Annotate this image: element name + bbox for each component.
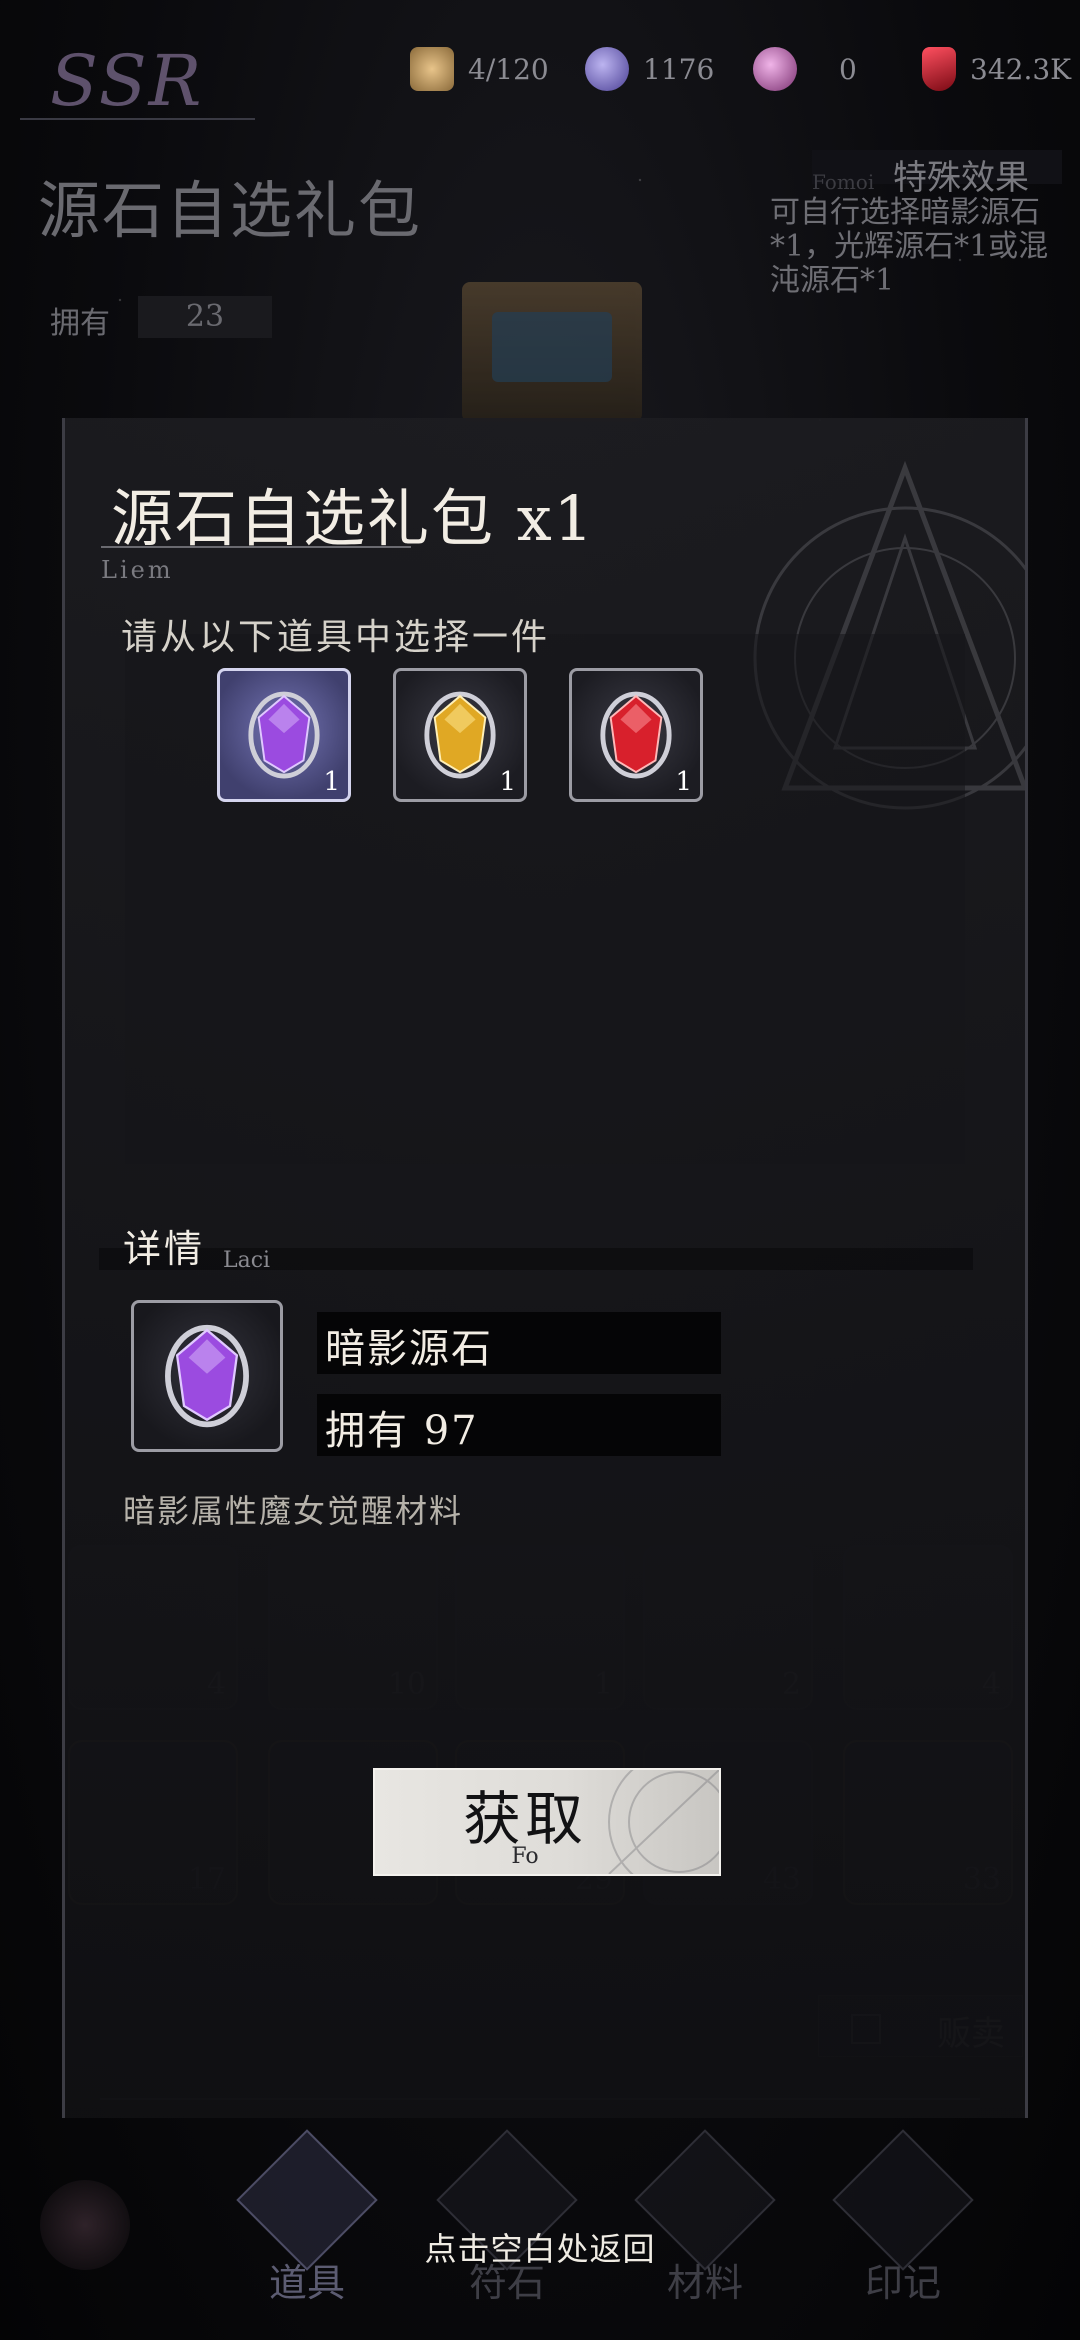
rarity-logo: SSR [50, 40, 204, 122]
choice-radiant-stone[interactable]: 1 [393, 668, 527, 802]
detail-item-icon-box [131, 1300, 283, 1452]
currency-value: 4/120 [468, 52, 549, 86]
choice-prompt: 请从以下道具中选择一件 [121, 617, 551, 658]
red-gem-icon [600, 691, 672, 779]
currency-value: 1176 [643, 52, 715, 86]
get-button[interactable]: 获取 Fo [373, 1768, 721, 1876]
currency-red-gem[interactable]: 342.3K [922, 44, 1071, 94]
detail-item-name: 暗影源石 [325, 1326, 493, 1372]
currency-pink-orb[interactable]: 0 [753, 44, 857, 94]
special-effect-text: 可自行选择暗影源石*1，光辉源石*1或混沌源石*1 [770, 195, 1049, 298]
own-value: 23 [138, 296, 272, 338]
special-effect-label: Fomoi 特殊效果 [812, 150, 1062, 198]
choice-count: 1 [499, 767, 516, 797]
currency-value: 0 [839, 52, 857, 86]
gold-gem-icon [424, 691, 496, 779]
purple-gem-icon [248, 691, 320, 779]
chest-image [462, 282, 642, 422]
special-effect-sub: Fomoi [812, 170, 875, 194]
currency-crystal-orb[interactable]: 1176 [585, 44, 714, 94]
top-bar: SSR 4/120 1176 0 342.3K [0, 30, 1080, 122]
dialog-title-sub: Liem [101, 556, 174, 584]
ticket-icon [410, 47, 454, 91]
choice-chaos-stone[interactable]: 1 [569, 668, 703, 802]
title-underline [101, 546, 411, 548]
own-label: 拥有 [50, 306, 110, 341]
select-gift-dialog: 源石自选礼包 x1 Liem 请从以下道具中选择一件 1 1 1 详情 Laci [62, 418, 1028, 2118]
dialog-title: 源石自选礼包 x1 [111, 482, 596, 555]
special-effect-title: 特殊效果 [893, 158, 1030, 198]
detail-description: 暗影属性魔女觉醒材料 [123, 1492, 464, 1530]
currency-value: 342.3K [970, 52, 1072, 86]
choice-count: 1 [675, 767, 692, 797]
red-gem-icon [922, 47, 956, 91]
detail-item-owned: 拥有 97 [325, 1408, 479, 1454]
choice-shadow-stone[interactable]: 1 [217, 668, 351, 802]
logo-underline [20, 118, 255, 120]
pink-orb-icon [753, 47, 797, 91]
tap-blank-to-return-hint[interactable]: 点击空白处返回 [0, 2224, 1080, 2270]
choice-count: 1 [323, 767, 340, 797]
detail-heading-sub: Laci [223, 1248, 271, 1273]
get-button-sub: Fo [511, 1844, 539, 1869]
crystal-orb-icon [585, 47, 629, 91]
item-title: 源石自选礼包 [38, 174, 423, 247]
detail-heading: 详情 [123, 1227, 206, 1271]
purple-gem-icon [165, 1324, 249, 1428]
currency-ticket[interactable]: 4/120 [410, 44, 549, 94]
